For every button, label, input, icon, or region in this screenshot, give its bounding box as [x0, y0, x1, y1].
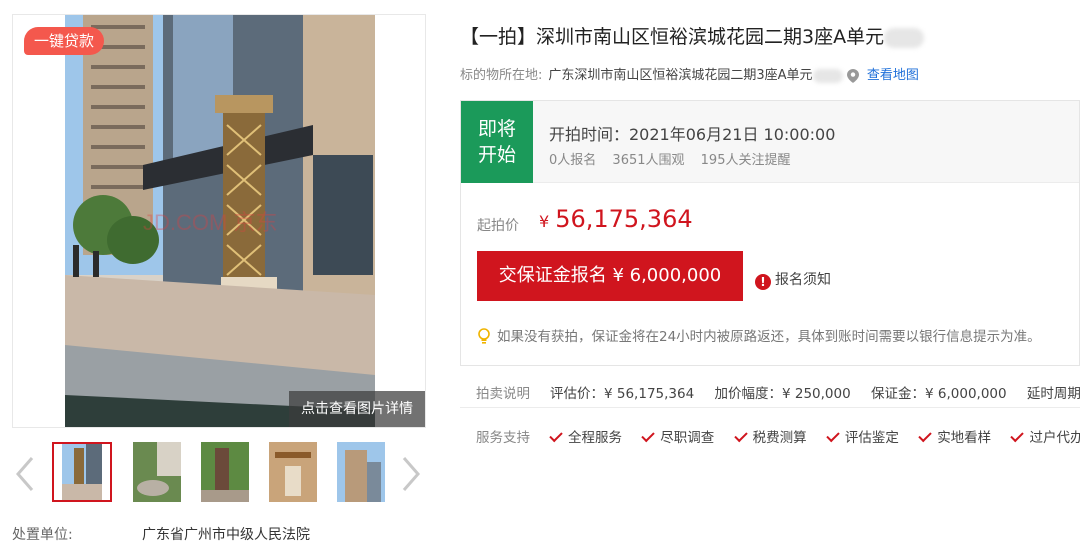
service-item[interactable]: 评估鉴定 [826, 426, 899, 446]
address-row: 标的物所在地: 广东深圳市南山区恒裕滨城花园二期3座A单元 查看地图 [460, 64, 919, 83]
auction-stats: 0人报名 3651人围观 195人关注提醒 [549, 149, 802, 168]
view-photo-detail-button[interactable]: 点击查看图片详情 [289, 391, 425, 427]
auction-start-time: 开拍时间：2021年06月21日 10:00:00 [549, 125, 836, 144]
auction-description-row: 拍卖说明 评估价：¥ 56,175,364 加价幅度：¥ 250,000 保证金… [460, 374, 1080, 408]
thumbnail-image [54, 444, 110, 500]
bid-increment: 加价幅度：¥ 250,000 [714, 386, 851, 402]
service-item-label: 实地看样 [937, 430, 992, 446]
currency-symbol: ¥ [539, 212, 550, 231]
thumbnail-4[interactable] [263, 442, 323, 502]
check-icon [826, 428, 840, 443]
loan-badge[interactable]: 一键贷款 [24, 27, 105, 55]
warning-icon: ! [755, 274, 771, 290]
thumbnail-image [331, 442, 391, 502]
service-item-label: 全程服务 [568, 430, 622, 446]
auction-status-badge: 即将 开始 [461, 101, 533, 183]
signup-count: 0人报名 [549, 153, 597, 168]
signup-notice-label: 报名须知 [775, 272, 831, 288]
auction-panel: 即将 开始 开拍时间：2021年06月21日 10:00:00 0人报名 3651… [460, 100, 1080, 366]
chevron-right-icon[interactable] [400, 456, 422, 492]
map-pin-icon [846, 68, 859, 83]
deposit-refund-tip: 如果没有获拍，保证金将在24小时内被原路返还，具体到账时间需要以银行信息提示为准… [477, 325, 1041, 345]
auction-status-bar: 即将 开始 开拍时间：2021年06月21日 10:00:00 0人报名 3651… [461, 101, 1079, 183]
service-item[interactable]: 税费测算 [733, 426, 807, 446]
thumbnail-3[interactable] [195, 442, 255, 502]
service-item-label: 评估鉴定 [844, 430, 899, 446]
view-map-link[interactable]: 查看地图 [867, 68, 919, 83]
deposit-amount: 保证金：¥ 6,000,000 [871, 386, 1007, 402]
item-title-text: 【一拍】深圳市南山区恒裕滨城花园二期3座A单元 [460, 26, 885, 48]
service-item-label: 尽职调查 [660, 430, 715, 446]
starting-price-value: 56,175,364 [555, 205, 693, 233]
address-label: 标的物所在地: [460, 68, 543, 83]
starting-price: ¥56,175,364 [539, 205, 693, 233]
check-icon [733, 428, 748, 443]
check-icon [1010, 428, 1025, 443]
chevron-left-icon[interactable] [14, 456, 36, 492]
svg-text:JD.COM 京东: JD.COM 京东 [143, 210, 277, 235]
redacted-text [812, 68, 843, 83]
thumbnail-2[interactable] [127, 442, 187, 502]
service-item[interactable]: 全程服务 [549, 426, 622, 446]
thumbnail-5[interactable] [331, 442, 391, 502]
check-icon [641, 428, 656, 443]
deposit-signup-button[interactable]: 交保证金报名 ¥ 6,000,000 [477, 251, 743, 301]
disposal-org-label: 处置单位: [12, 527, 73, 543]
disposal-org-value: 广东省广州市中级人民法院 [142, 527, 310, 543]
auction-status-text: 即将 开始 [477, 118, 516, 166]
service-support-row: 服务支持 全程服务 尽职调查 税费测算 评估鉴定 实地看样 过户代办 [460, 418, 1080, 452]
service-item[interactable]: 过户代办 [1010, 426, 1080, 446]
deposit-refund-tip-text: 如果没有获拍，保证金将在24小时内被原路返还，具体到账时间需要以银行信息提示为准… [497, 329, 1041, 345]
check-icon [918, 428, 932, 443]
thumbnail-image [263, 442, 323, 502]
address-value: 广东深圳市南山区恒裕滨城花园二期3座A单元 [548, 68, 813, 83]
service-item[interactable]: 尽职调查 [641, 426, 715, 446]
extension-period: 延时周期： [1026, 386, 1080, 402]
service-support-label: 服务支持 [476, 430, 530, 446]
viewer-count: 3651人围观 [612, 153, 685, 168]
lightbulb-icon [478, 328, 490, 344]
thumbnail-image [195, 442, 255, 502]
check-icon [549, 428, 563, 443]
thumbnail-strip [12, 440, 426, 506]
thumbnail-image [127, 442, 187, 502]
main-photo[interactable]: JD.COM 京东 点击查看图片详情 [12, 14, 426, 428]
building-photo: JD.COM 京东 [13, 15, 425, 427]
service-item-label: 过户代办 [1029, 430, 1080, 446]
auction-description-items: 评估价：¥ 56,175,364 加价幅度：¥ 250,000 保证金：¥ 6,… [550, 382, 1080, 402]
redacted-text [884, 27, 925, 48]
item-title: 【一拍】深圳市南山区恒裕滨城花园二期3座A单元 [460, 22, 925, 49]
service-item-label: 税费测算 [752, 430, 807, 446]
thumbnail-1[interactable] [52, 442, 112, 502]
follower-count: 195人关注提醒 [700, 153, 791, 168]
service-item[interactable]: 实地看样 [918, 426, 992, 446]
auction-description-label: 拍卖说明 [476, 386, 530, 402]
appraisal-price: 评估价：¥ 56,175,364 [550, 386, 695, 402]
starting-price-label: 起拍价 [477, 218, 519, 234]
service-support-items: 全程服务 尽职调查 税费测算 评估鉴定 实地看样 过户代办 [549, 426, 1080, 446]
signup-notice-link[interactable]: ! 报名须知 [755, 269, 831, 290]
